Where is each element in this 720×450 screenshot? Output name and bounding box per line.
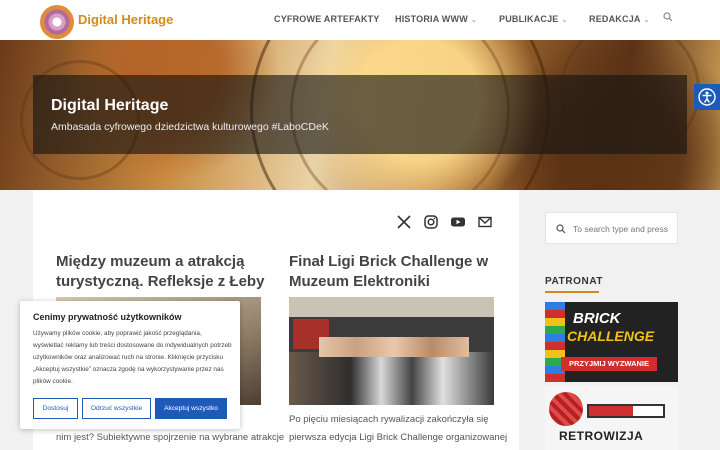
cookie-text: Używamy plików cookie, aby poprawić jako… (33, 330, 232, 385)
customize-button[interactable]: Dostosuj (33, 398, 78, 419)
post-excerpt: nim jest? Subiektywne spojrzenie na wybr… (56, 429, 284, 447)
banner-text: RETROWIZJA (559, 429, 644, 443)
nav-redakcja[interactable]: REDAKCJA ⌄ (589, 14, 650, 24)
sidebar: To search type and press PATRONAT BRICK … (533, 190, 690, 450)
banner-text: CHALLENGE (567, 328, 655, 344)
search-placeholder: To search type and press (573, 224, 668, 234)
nav-historia-www[interactable]: HISTORIA WWW ⌄ (395, 14, 477, 24)
youtube-icon[interactable] (450, 214, 466, 230)
site-name[interactable]: Digital Heritage (78, 12, 173, 27)
nav-label: CYFROWE ARTEFAKTY (274, 14, 380, 24)
post-title-line: Finał Ligi Brick Challenge w (289, 253, 489, 270)
chevron-down-icon: ⌄ (643, 17, 650, 24)
accessibility-button[interactable] (694, 84, 720, 110)
excerpt-line: nim jest? Subiektywne spojrzenie na wybr… (56, 432, 285, 443)
patronat-heading: PATRONAT (545, 276, 604, 287)
post-title-line: Między muzeum a atrakcją (56, 253, 245, 270)
hero-caption: Digital Heritage Ambasada cyfrowego dzie… (33, 75, 687, 154)
chevron-down-icon: ⌄ (470, 17, 477, 24)
heading-underline (545, 291, 599, 293)
accept-all-button[interactable]: Akceptuj wszystko (155, 398, 227, 419)
nav-publikacje[interactable]: PUBLIKACJE ⌄ (499, 14, 568, 24)
search-icon (556, 224, 566, 234)
banner-tag: PRZYJMIJ WYZWANIE (561, 357, 657, 371)
post-title[interactable]: Finał Ligi Brick Challenge w Muzeum Elek… (289, 252, 488, 292)
search-icon[interactable] (663, 12, 673, 22)
retrowizja-banner[interactable]: RETROWIZJA (545, 386, 678, 450)
post-title[interactable]: Między muzeum a atrakcją turystyczną. Re… (56, 252, 264, 292)
nav-cyfrowe-artefakty[interactable]: CYFROWE ARTEFAKTY (274, 14, 380, 24)
site-logo[interactable] (40, 5, 74, 39)
excerpt-line: pierwsza edycja Ligi Brick Challenge org… (289, 432, 508, 443)
nav-label: REDAKCJA (589, 14, 641, 24)
banner-text: BRICK (573, 310, 621, 327)
post-title-line: turystyczną. Refleksje z Łeby (56, 273, 265, 290)
brick-challenge-banner[interactable]: BRICK CHALLENGE PRZYJMIJ WYZWANIE (545, 302, 678, 382)
hero-banner: Digital Heritage Ambasada cyfrowego dzie… (0, 40, 720, 190)
sidebar-search-input[interactable]: To search type and press (545, 212, 678, 244)
accessibility-icon (698, 88, 716, 106)
instagram-icon[interactable] (423, 214, 439, 230)
site-header: Digital Heritage CYFROWE ARTEFAKTY HISTO… (0, 0, 720, 40)
nav-label: PUBLIKACJE (499, 14, 559, 24)
hero-title: Digital Heritage (51, 97, 169, 114)
excerpt-line: Po pięciu miesiącach rywalizacji zakończ… (289, 414, 489, 425)
chevron-down-icon: ⌄ (561, 17, 568, 24)
post-excerpt: Po pięciu miesiącach rywalizacji zakończ… (289, 411, 507, 447)
hero-subtitle: Ambasada cyfrowego dziedzictwa kulturowe… (51, 121, 329, 133)
cookie-title: Cenimy prywatność użytkowników (33, 312, 182, 322)
post-title-line: Muzeum Elektroniki (289, 273, 430, 290)
post-thumbnail[interactable] (289, 297, 494, 405)
cookie-consent-dialog: Cenimy prywatność użytkowników Używamy p… (20, 301, 240, 429)
reject-all-button[interactable]: Odrzuć wszystkie (82, 398, 151, 419)
x-icon[interactable] (396, 214, 412, 230)
nav-label: HISTORIA WWW (395, 14, 468, 24)
mail-icon[interactable] (477, 214, 493, 230)
